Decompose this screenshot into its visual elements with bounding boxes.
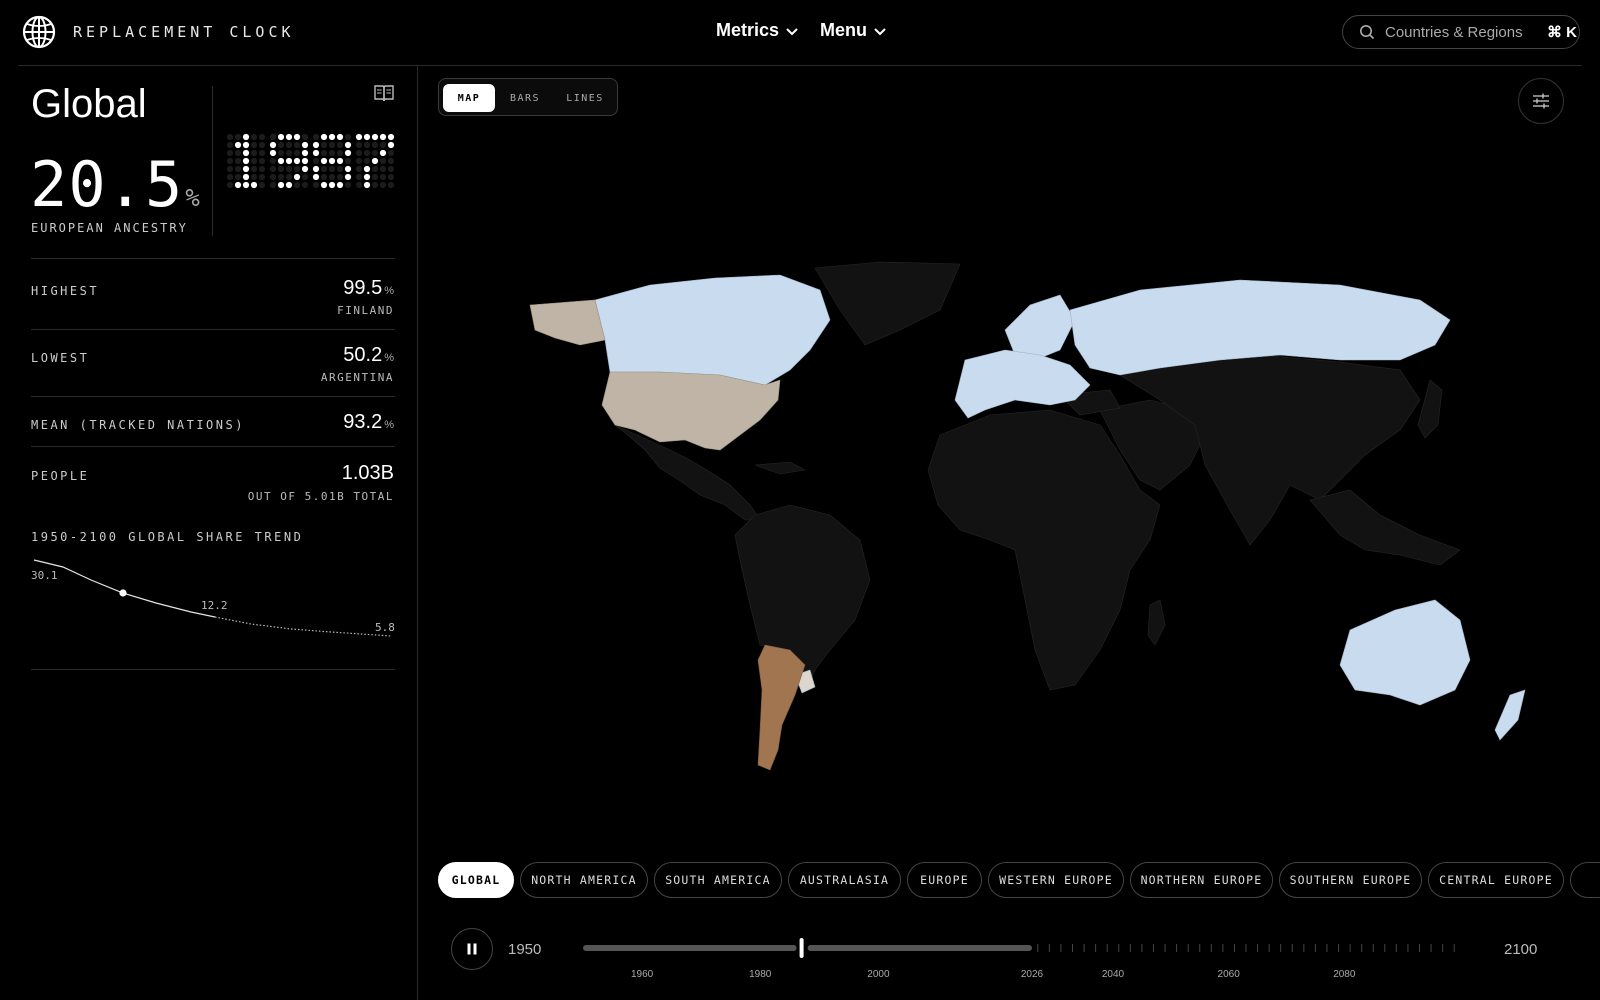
main-menu[interactable]: Menu (820, 20, 887, 41)
divider (31, 669, 395, 670)
trend-mid-label: 12.2 (201, 599, 228, 612)
year-dot-display (226, 133, 395, 189)
region-europe[interactable] (954, 349, 1091, 419)
stat-lowest-value: 50.2% (343, 344, 394, 367)
stat-lowest-label: LOWEST (31, 351, 90, 365)
chip-western-europe[interactable]: WESTERN EUROPE (988, 862, 1124, 898)
chevron-down-icon (786, 27, 798, 35)
timeline-tick-label: 2040 (1102, 969, 1125, 980)
stat-lowest-number: 50.2 (343, 344, 383, 366)
app-title: REPLACEMENT CLOCK (73, 23, 295, 41)
world-map[interactable] (460, 250, 1570, 800)
search-icon (1360, 25, 1375, 40)
country-new-zealand[interactable] (1494, 689, 1526, 741)
region-southeast-asia[interactable] (1309, 489, 1461, 566)
stat-people-value: 1.03B (341, 462, 394, 484)
year-slider[interactable]: 1960 1980 2000 2026 2040 2060 2080 (580, 930, 1470, 980)
stat-highest-value: 99.5% (343, 277, 394, 300)
stat-mean-value: 93.2% (343, 411, 394, 434)
divider (31, 396, 395, 397)
global-value-number: 20.5 (30, 148, 184, 221)
stat-people-label: PEOPLE (31, 469, 90, 483)
timeline-start-year: 1950 (508, 941, 542, 958)
top-bar: REPLACEMENT CLOCK Metrics Menu ⌘ K (0, 0, 1600, 65)
metric-label: EUROPEAN ANCESTRY (31, 221, 188, 235)
state-alaska[interactable] (529, 299, 606, 346)
timeline-tick-label: 2080 (1333, 969, 1356, 980)
search-box[interactable]: ⌘ K (1342, 15, 1580, 49)
globe-logo-icon[interactable] (22, 15, 56, 49)
tab-lines[interactable]: LINES (555, 84, 615, 112)
chip-southern-europe[interactable]: SOUTHERN EUROPE (1279, 862, 1422, 898)
region-title: Global (31, 82, 147, 126)
chip-europe[interactable]: EUROPE (907, 862, 982, 898)
tab-bars[interactable]: BARS (499, 84, 551, 112)
chip-northern-europe[interactable]: NORTHERN EUROPE (1130, 862, 1273, 898)
chip-central-europe[interactable]: CENTRAL EUROPE (1428, 862, 1564, 898)
divider (31, 446, 395, 447)
country-australia[interactable] (1339, 599, 1471, 706)
search-shortcut: ⌘ K (1547, 24, 1577, 41)
header-divider (18, 65, 1582, 66)
chip-global[interactable]: GLOBAL (438, 862, 514, 898)
trend-current-marker (119, 589, 127, 597)
caribbean[interactable] (754, 461, 806, 475)
stat-mean-label: MEAN (TRACKED NATIONS) (31, 418, 245, 432)
pause-button[interactable] (451, 928, 493, 970)
search-input[interactable] (1383, 22, 1537, 42)
trend-sparkline: 30.1 12.2 5.8 (31, 559, 395, 637)
stat-highest-number: 99.5 (343, 277, 383, 299)
stat-highest-unit: % (384, 285, 394, 297)
view-toggle: MAP BARS LINES (438, 78, 618, 116)
chip-south-america[interactable]: SOUTH AMERICA (654, 862, 782, 898)
timeline-handle[interactable] (799, 938, 804, 958)
country-united-states[interactable] (601, 371, 781, 451)
pause-icon (467, 943, 477, 955)
chevron-down-icon (874, 27, 886, 35)
tab-map[interactable]: MAP (443, 84, 495, 112)
country-greenland[interactable] (814, 261, 961, 346)
stat-people-total: OUT OF 5.01B TOTAL (247, 490, 394, 503)
book-icon[interactable] (374, 84, 394, 102)
stat-lowest-unit: % (384, 352, 394, 364)
global-value-unit: % (185, 184, 201, 212)
map-low-share-regions (757, 644, 806, 771)
stat-lowest-country[interactable]: ARGENTINA (321, 371, 394, 384)
timeline-tick-label: 1980 (749, 969, 772, 980)
timeline-tick-label: 1960 (631, 969, 654, 980)
divider (31, 329, 395, 330)
timeline-tick-label: 2026 (1021, 969, 1044, 980)
metrics-label: Metrics (716, 20, 780, 40)
timeline-tick-label: 2060 (1218, 969, 1241, 980)
country-argentina[interactable] (757, 644, 806, 771)
summary-separator (212, 86, 213, 236)
timeline-history-track[interactable] (807, 945, 1032, 951)
country-scandinavia[interactable] (1004, 294, 1076, 361)
country-japan[interactable] (1417, 379, 1443, 439)
timeline-elapsed-track[interactable] (583, 945, 797, 951)
stat-highest-label: HIGHEST (31, 284, 100, 298)
trend-title: 1950-2100 GLOBAL SHARE TREND (31, 530, 304, 544)
menu-label: Menu (820, 20, 867, 40)
stat-mean-unit: % (384, 419, 394, 431)
panel-divider (417, 66, 418, 1000)
metrics-menu[interactable]: Metrics (716, 20, 799, 41)
divider (31, 258, 395, 259)
timeline-tick-label: 2000 (867, 969, 890, 980)
chip-north-america[interactable]: NORTH AMERICA (520, 862, 648, 898)
chip-more[interactable] (1570, 862, 1600, 898)
global-value: 20.5% (30, 148, 201, 221)
country-madagascar[interactable] (1147, 599, 1166, 646)
region-filter-bar: GLOBAL NORTH AMERICA SOUTH AMERICA AUSTR… (438, 862, 1600, 900)
trend-end-label: 5.8 (375, 621, 395, 634)
timeline-end-year: 2100 (1504, 941, 1538, 958)
stat-highest-country[interactable]: FINLAND (337, 304, 394, 317)
country-canada[interactable] (594, 274, 831, 386)
stat-mean-number: 93.2 (343, 411, 383, 433)
sliders-icon (1533, 93, 1549, 109)
trend-start-label: 30.1 (31, 569, 58, 582)
chip-australasia[interactable]: AUSTRALASIA (788, 862, 901, 898)
filter-settings-button[interactable] (1518, 78, 1564, 124)
